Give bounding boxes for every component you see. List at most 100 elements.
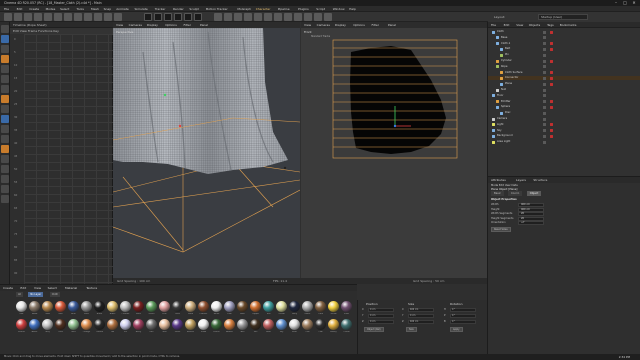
visibility-toggle[interactable] xyxy=(543,71,546,75)
object-row[interactable]: Sky xyxy=(488,129,640,133)
position-field[interactable]: 0 cm xyxy=(368,308,394,312)
object-tag-icon[interactable] xyxy=(550,82,553,86)
perspective-viewport[interactable]: View Cameras Display Options Filter Panel Per… xyxy=(113,22,300,278)
material-swatch[interactable] xyxy=(302,301,313,312)
side-tool-icon[interactable] xyxy=(1,95,9,103)
toolbar-tool-icon[interactable] xyxy=(104,13,112,21)
object-row[interactable]: Background xyxy=(488,134,640,138)
menu-mesh[interactable]: Mesh xyxy=(91,7,99,11)
menu-sculpt[interactable]: Sculpt xyxy=(189,7,198,11)
menu-plugins[interactable]: Plugins xyxy=(298,7,309,11)
side-tool-icon[interactable] xyxy=(1,155,9,163)
material-swatch[interactable] xyxy=(94,301,105,312)
side-tool-icon[interactable] xyxy=(1,85,9,93)
attr-tab-basic[interactable]: Basic xyxy=(491,191,504,196)
material-swatch[interactable] xyxy=(159,301,170,312)
toolbar-tool-icon[interactable] xyxy=(234,13,242,21)
material-swatch[interactable] xyxy=(133,319,144,330)
toolbar-tool-icon[interactable] xyxy=(274,13,282,21)
object-row[interactable]: Light xyxy=(488,123,640,127)
visibility-toggle[interactable] xyxy=(543,140,546,144)
visibility-toggle[interactable] xyxy=(543,36,546,40)
material-swatch[interactable] xyxy=(107,319,118,330)
toolbar-tool-icon[interactable] xyxy=(114,13,122,21)
object-tag-icon[interactable] xyxy=(550,71,553,75)
visibility-toggle[interactable] xyxy=(543,59,546,63)
visibility-toggle[interactable] xyxy=(543,134,546,138)
mat-menu-view[interactable]: View xyxy=(34,286,41,290)
material-swatch[interactable] xyxy=(341,301,352,312)
visibility-toggle[interactable] xyxy=(543,53,546,57)
rotation-field[interactable]: 0 ° xyxy=(450,308,476,312)
object-row[interactable]: Rope xyxy=(488,65,640,69)
material-swatch[interactable] xyxy=(133,301,144,312)
material-swatch[interactable] xyxy=(185,319,196,330)
viewport-menu-display[interactable]: Display xyxy=(147,23,158,27)
om-menu-edit[interactable]: Edit xyxy=(504,23,510,27)
viewport-menu-options[interactable]: Options xyxy=(353,23,365,27)
object-tag-icon[interactable] xyxy=(550,129,553,133)
toolbar-tool-icon[interactable] xyxy=(84,13,92,21)
toolbar-tool-icon[interactable] xyxy=(144,13,152,21)
visibility-toggle[interactable] xyxy=(543,42,546,46)
toolbar-tool-icon[interactable] xyxy=(14,13,22,21)
rotation-field[interactable]: 0 ° xyxy=(450,320,476,324)
menu-help[interactable]: Help xyxy=(349,7,356,11)
mat-menu-edit[interactable]: Edit xyxy=(20,286,26,290)
material-swatch[interactable] xyxy=(42,319,53,330)
visibility-toggle[interactable] xyxy=(543,88,546,92)
menu-pipeline[interactable]: Pipeline xyxy=(278,7,290,11)
menu-select[interactable]: Select xyxy=(60,7,69,11)
material-swatch[interactable] xyxy=(68,301,79,312)
toolbar-tool-icon[interactable] xyxy=(54,13,62,21)
material-swatch[interactable] xyxy=(42,301,53,312)
material-swatch[interactable] xyxy=(81,319,92,330)
material-swatch[interactable] xyxy=(172,301,183,312)
material-swatch[interactable] xyxy=(29,319,40,330)
menu-render[interactable]: Render xyxy=(173,7,184,11)
side-tool-icon[interactable] xyxy=(1,75,9,83)
mat-menu-select[interactable]: Select xyxy=(48,286,57,290)
toolbar-tool-icon[interactable] xyxy=(224,13,232,21)
side-tool-icon[interactable] xyxy=(1,195,9,203)
material-swatch[interactable] xyxy=(276,319,287,330)
material-swatch[interactable] xyxy=(250,301,261,312)
mat-menu-texture[interactable]: Texture xyxy=(86,286,97,290)
side-tool-icon[interactable] xyxy=(1,115,9,123)
side-tool-icon[interactable] xyxy=(1,125,9,133)
side-tool-icon[interactable] xyxy=(1,65,9,73)
material-filter[interactable]: All xyxy=(16,292,23,297)
toolbar-tool-icon[interactable] xyxy=(154,13,162,21)
attribute-value-field[interactable]: 20 xyxy=(518,212,544,217)
viewport-menu-panel[interactable]: Panel xyxy=(388,23,396,27)
object-tag-icon[interactable] xyxy=(550,134,553,138)
material-swatch[interactable] xyxy=(107,301,118,312)
viewport-menu-options[interactable]: Options xyxy=(165,23,177,27)
menu-window[interactable]: Window xyxy=(333,7,345,11)
material-swatch[interactable] xyxy=(237,319,248,330)
material-swatch[interactable] xyxy=(276,301,287,312)
viewport-menu-display[interactable]: Display xyxy=(335,23,346,27)
side-tool-icon[interactable] xyxy=(1,145,9,153)
toolbar-tool-icon[interactable] xyxy=(314,13,322,21)
object-row[interactable]: Area Light xyxy=(488,140,640,144)
object-row[interactable]: Disc xyxy=(488,111,640,115)
toolbar-tool-icon[interactable] xyxy=(294,13,302,21)
apply-button[interactable]: Apply xyxy=(450,327,463,332)
attr-menu-structure[interactable]: Structure xyxy=(533,178,547,182)
material-swatch[interactable] xyxy=(224,301,235,312)
menu-modes[interactable]: Modes xyxy=(46,7,56,11)
menu-simulate[interactable]: Simulate xyxy=(135,7,148,11)
visibility-toggle[interactable] xyxy=(543,76,546,80)
coordinate-mode-select[interactable]: Object (Rel) xyxy=(364,327,384,332)
attr-tab-coord[interactable]: Coord. xyxy=(508,191,523,196)
visibility-toggle[interactable] xyxy=(543,105,546,109)
visibility-toggle[interactable] xyxy=(543,30,546,34)
om-menu-file[interactable]: File xyxy=(491,23,496,27)
object-row[interactable]: Emitter xyxy=(488,100,640,104)
menu-tools[interactable]: Tools xyxy=(77,7,84,11)
position-field[interactable]: 0 cm xyxy=(368,314,394,318)
material-swatch[interactable] xyxy=(172,319,183,330)
attribute-value-field[interactable]: 400 cm xyxy=(518,203,544,207)
object-row[interactable]: Cloth xyxy=(488,30,640,34)
